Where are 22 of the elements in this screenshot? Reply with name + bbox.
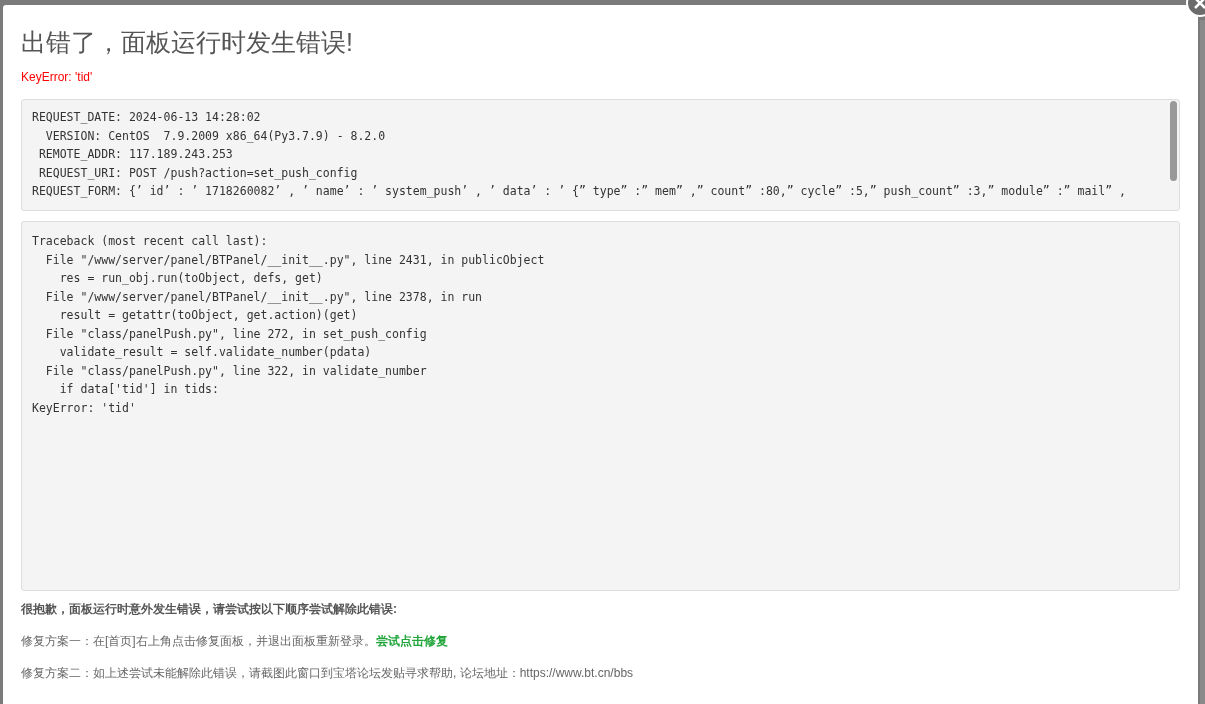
dialog-title: 出错了，面板运行时发生错误!	[21, 27, 354, 57]
help-heading: 很抱歉，面板运行时意外发生错误，请尝试按以下顺序尝试解除此错误:	[21, 601, 398, 617]
request-info-line: REQUEST_URI: POST /push?action=set_push_config	[37, 164, 359, 182]
fix-instruction: 修复方案二：如上述尝试未能解除此错误，请截图此窗口到宝塔论坛发贴寻求帮助, 论坛地址：https://www.bt.cn/bbs	[21, 665, 634, 681]
request-info-line: VERSION: CentOS 7.9.2009 x86_64(Py3.7.9) - 8.2.0	[44, 127, 387, 145]
traceback-line: KeyError: 'tid'	[32, 399, 137, 417]
traceback-line: File "class/panelPush.py", line 322, in validate_number	[44, 362, 428, 380]
repair-link[interactable]: 尝试点击修复	[375, 633, 448, 649]
request-info-line: REMOTE_ADDR: 117.189.243.253	[37, 146, 234, 163]
request-info-line: REQUEST_FORM: {’ id’ : ’ 1718260082’ , ’ name’ : ’ system_push’ , ’ data’ : ’ {” type” :” mem” ,” count” :80,” cycle” :5,” push_count” :3,” module” :” mail” ,	[32, 183, 1127, 200]
traceback-line: validate_result = self.validate_number(pdata)	[58, 344, 373, 361]
traceback-line: Traceback (most recent call last):	[32, 233, 269, 250]
traceback-line: result = getattr(toObject, get.action)(get)	[58, 307, 359, 324]
traceback-line: File "/www/server/panel/BTPanel/__init__.py", line 2431, in publicObject	[44, 251, 546, 269]
scrollbar-thumb[interactable]	[1170, 101, 1177, 181]
traceback-line: File "class/panelPush.py", line 272, in set_push_config	[44, 325, 428, 343]
fix-instruction: 修复方案一：在[首页]右上角点击修复面板，并退出面板重新登录。	[21, 633, 376, 649]
traceback-line: res = run_obj.run(toObject, defs, get)	[58, 270, 324, 287]
traceback-line: File "/www/server/panel/BTPanel/__init__.py", line 2378, in run	[44, 288, 484, 306]
error-summary: KeyError: 'tid'	[21, 69, 94, 85]
request-info-line: REQUEST_DATE: 2024-06-13 14:28:02	[32, 109, 262, 126]
traceback-line: if data['tid'] in tids:	[58, 381, 220, 398]
